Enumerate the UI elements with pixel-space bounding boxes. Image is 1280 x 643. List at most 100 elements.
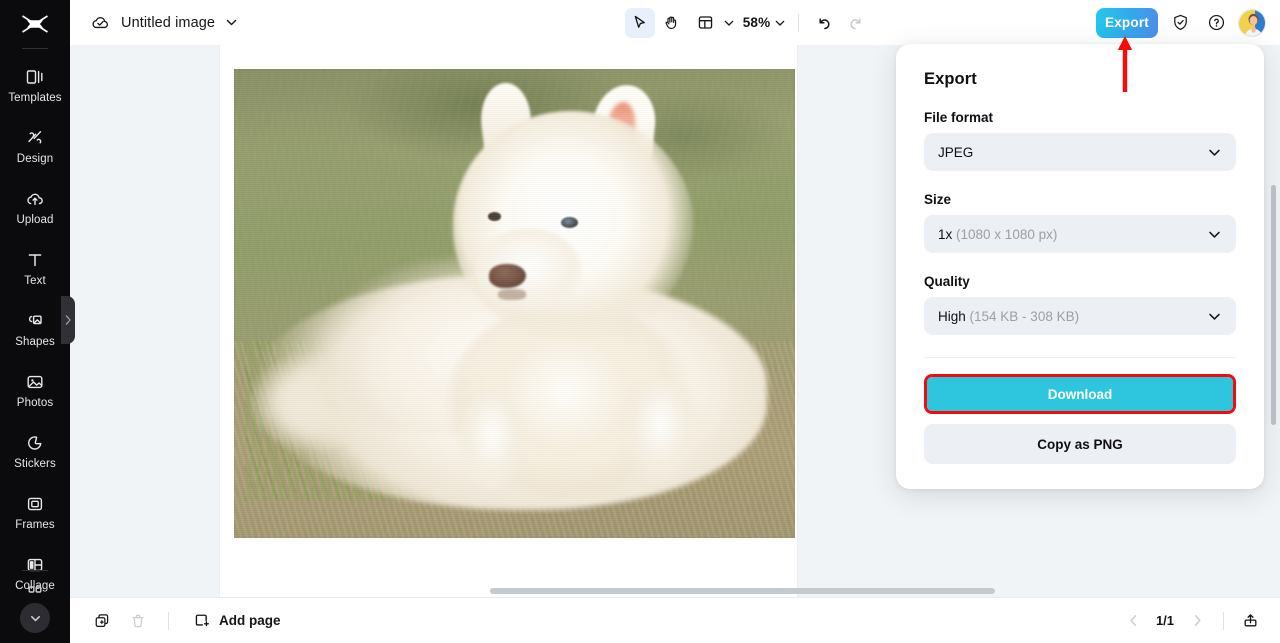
sidebar-item-partial[interactable] <box>0 583 70 601</box>
user-avatar[interactable] <box>1238 8 1266 37</box>
file-format-label: File format <box>924 110 994 125</box>
main-area: Untitled image 58% Export Add page 1/1 E… <box>70 0 1280 643</box>
photos-icon <box>27 375 43 389</box>
text-icon <box>28 254 42 267</box>
sidebar-item-upload[interactable]: Upload <box>0 177 70 238</box>
sidebar-item-photos[interactable]: Photos <box>0 360 70 421</box>
puppy-right-eye <box>561 216 578 228</box>
sidebar-item-text[interactable]: Text <box>0 238 70 299</box>
add-page-button[interactable]: Add page <box>185 612 281 630</box>
chevron-down-icon <box>30 615 40 621</box>
download-button[interactable]: Download <box>927 377 1233 411</box>
sidebar-item-shapes[interactable]: Shapes <box>0 299 70 360</box>
hand-tool-button[interactable] <box>657 8 687 38</box>
sidebar-item-label: Shapes <box>15 336 55 348</box>
trash-icon <box>132 614 144 627</box>
toolbar-divider <box>798 13 800 32</box>
bottombar-right: 1/1 <box>1119 607 1264 635</box>
topbar-tools: 58% <box>400 7 1096 38</box>
redo-button[interactable] <box>841 8 871 38</box>
prev-page-button[interactable] <box>1119 607 1147 635</box>
chevron-left-icon <box>1129 615 1136 626</box>
quality-value-bold: High <box>938 308 966 324</box>
templates-icon <box>26 70 43 84</box>
artwork-image[interactable] <box>234 69 795 538</box>
bottom-toolbar: Add page 1/1 <box>70 597 1280 643</box>
chevron-down-icon <box>1209 149 1220 156</box>
bottombar-divider <box>168 611 169 630</box>
share-export-button[interactable] <box>1236 607 1264 635</box>
frames-icon <box>27 497 43 511</box>
chevron-right-icon <box>65 315 71 325</box>
chevron-down-icon <box>1209 231 1220 238</box>
sidebar-item-stickers[interactable]: Stickers <box>0 421 70 482</box>
zoom-control[interactable]: 58% <box>739 15 789 30</box>
hand-icon <box>665 16 677 30</box>
layout-icon-wrap[interactable] <box>691 8 721 38</box>
quality-label: Quality <box>924 274 970 289</box>
sidebar-item-templates[interactable]: Templates <box>0 55 70 116</box>
puppy-mouth <box>497 289 526 300</box>
partial-grid-icon <box>28 586 42 593</box>
chevron-down-icon[interactable] <box>774 17 786 29</box>
duplicate-page-button[interactable] <box>88 607 116 635</box>
undo-button[interactable] <box>809 8 839 38</box>
quality-select[interactable]: High (154 KB - 308 KB) <box>924 297 1236 335</box>
canvas-horizontal-scrollbar[interactable] <box>490 588 995 594</box>
cursor-arrow-icon <box>634 15 646 28</box>
cloud-saved-icon[interactable] <box>90 12 111 33</box>
sidebar-item-label: Design <box>16 153 54 165</box>
size-label: Size <box>924 192 952 207</box>
sidebar-item-design[interactable]: Design <box>0 116 70 177</box>
chevron-down-icon[interactable] <box>723 17 735 29</box>
export-panel-title: Export <box>924 70 977 88</box>
bottombar-divider-right <box>1223 611 1224 630</box>
delete-page-button[interactable] <box>124 607 152 635</box>
shapes-icon <box>28 315 42 325</box>
sidebar-collapse-button[interactable] <box>20 603 50 633</box>
security-button[interactable] <box>1166 9 1194 37</box>
help-button[interactable] <box>1202 9 1230 37</box>
sidebar-bottom <box>0 570 70 643</box>
bottombar-left: Add page <box>88 607 281 635</box>
topbar-left: Untitled image <box>70 12 400 33</box>
size-value: 1x (1080 x 1080 px) <box>938 227 1057 242</box>
export-panel-divider <box>924 357 1236 358</box>
layout-grid-icon <box>698 16 713 29</box>
puppy-right-paw <box>621 378 700 492</box>
next-page-button[interactable] <box>1183 607 1211 635</box>
download-highlight-box: Download <box>924 374 1236 414</box>
chevron-down-icon <box>1209 313 1220 320</box>
artwork-puppy <box>234 69 795 538</box>
question-mark-icon <box>1208 14 1224 31</box>
size-select[interactable]: 1x (1080 x 1080 px) <box>924 215 1236 253</box>
size-value-bold: 1x <box>938 226 953 242</box>
panel-collapse-handle[interactable] <box>61 296 75 344</box>
select-tool-button[interactable] <box>624 7 655 38</box>
page-vertical-scrollbar[interactable] <box>1271 185 1276 425</box>
sidebar-item-label: Stickers <box>14 458 56 470</box>
document-title[interactable]: Untitled image <box>121 15 215 31</box>
layout-tool-button[interactable] <box>689 8 737 38</box>
zoom-level-value[interactable]: 58% <box>741 15 773 30</box>
shield-check-icon <box>1173 14 1187 31</box>
add-page-label: Add page <box>219 613 281 628</box>
file-format-select[interactable]: JPEG <box>924 133 1236 171</box>
copy-as-png-button[interactable]: Copy as PNG <box>924 424 1236 464</box>
capcut-logo-icon <box>22 15 48 33</box>
sidebar-item-frames[interactable]: Frames <box>0 482 70 543</box>
export-button[interactable]: Export <box>1096 7 1158 38</box>
puppy-left-eye <box>487 212 502 221</box>
left-sidebar: Templates Design Upload Text Shapes Phot… <box>0 0 70 643</box>
sidebar-item-label: Photos <box>16 397 54 409</box>
upload-cloud-icon <box>27 193 43 206</box>
sidebar-item-label: Templates <box>8 92 62 104</box>
design-icon <box>28 131 42 144</box>
app-logo[interactable] <box>0 0 70 48</box>
undo-arrow-icon <box>819 17 830 29</box>
chevron-down-icon[interactable] <box>225 16 238 29</box>
page-indicator: 1/1 <box>1155 613 1175 628</box>
sidebar-item-label: Text <box>24 275 46 287</box>
canvas-page[interactable] <box>220 45 797 597</box>
add-page-icon <box>195 614 209 626</box>
